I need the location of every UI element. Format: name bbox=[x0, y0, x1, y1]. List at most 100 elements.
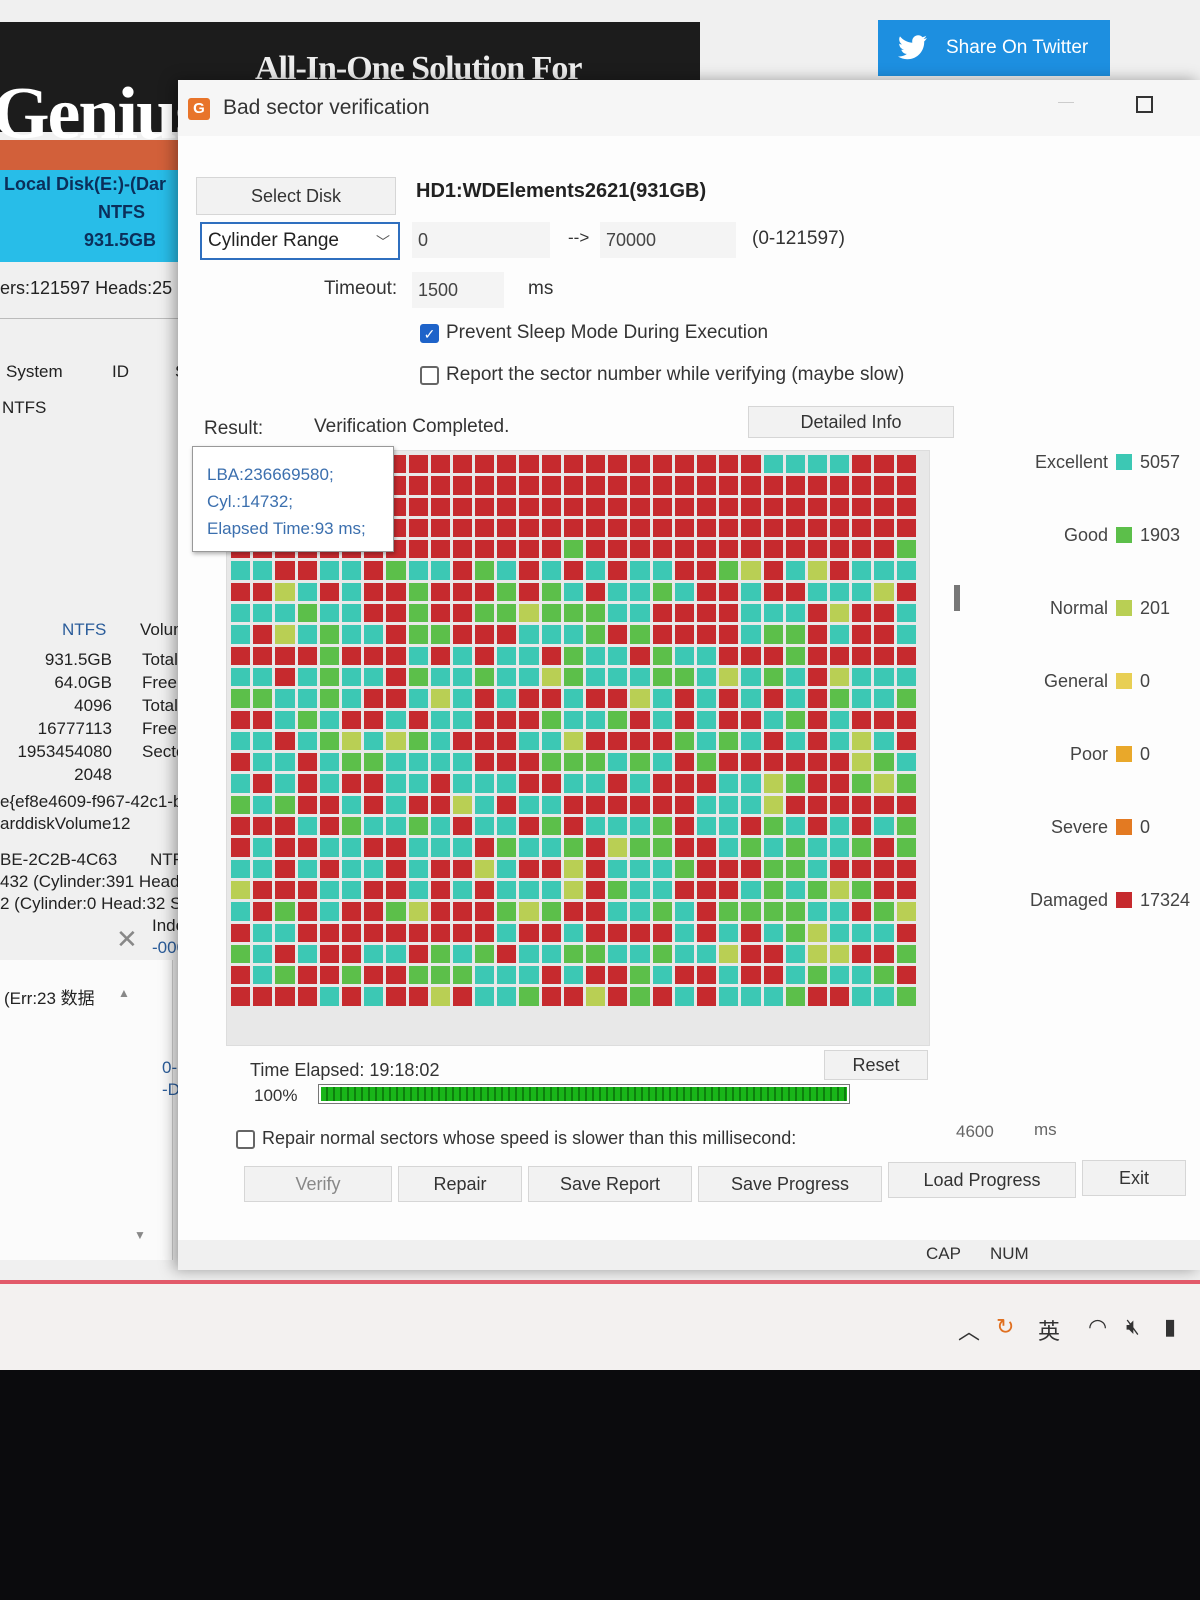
sector-cell[interactable] bbox=[874, 561, 894, 580]
sector-cell[interactable] bbox=[519, 987, 539, 1006]
sector-cell[interactable] bbox=[475, 646, 495, 665]
sector-cell[interactable] bbox=[608, 582, 628, 602]
sector-cell[interactable] bbox=[364, 859, 384, 878]
sector-cell[interactable] bbox=[475, 838, 495, 857]
sector-cell[interactable] bbox=[830, 923, 850, 942]
sector-cell[interactable] bbox=[497, 944, 517, 964]
sector-cell[interactable] bbox=[674, 476, 694, 495]
sector-cell[interactable] bbox=[896, 667, 916, 687]
sector-cell[interactable] bbox=[830, 817, 850, 836]
sector-cell[interactable] bbox=[830, 859, 850, 878]
sector-cell[interactable] bbox=[386, 795, 406, 815]
sector-cell[interactable] bbox=[696, 944, 717, 964]
sector-cell[interactable] bbox=[630, 561, 650, 580]
sector-cell[interactable] bbox=[519, 667, 539, 687]
sector-cell[interactable] bbox=[297, 731, 317, 751]
sector-cell[interactable] bbox=[452, 774, 473, 793]
sector-cell[interactable] bbox=[231, 966, 251, 985]
sector-cell[interactable] bbox=[497, 817, 517, 836]
splitter-handle[interactable] bbox=[954, 585, 960, 611]
sector-cell[interactable] bbox=[231, 859, 251, 878]
sector-cell[interactable] bbox=[874, 817, 894, 836]
sector-cell[interactable] bbox=[719, 604, 739, 623]
sector-cell[interactable] bbox=[674, 710, 694, 729]
sector-cell[interactable] bbox=[253, 774, 273, 793]
sector-cell[interactable] bbox=[364, 646, 384, 665]
sector-cell[interactable] bbox=[386, 753, 406, 772]
sector-cell[interactable] bbox=[852, 476, 872, 495]
sector-cell[interactable] bbox=[519, 774, 539, 793]
sector-cell[interactable] bbox=[696, 455, 717, 474]
sector-cell[interactable] bbox=[830, 667, 850, 687]
sector-cell[interactable] bbox=[364, 795, 384, 815]
sector-cell[interactable] bbox=[719, 476, 739, 495]
sector-cell[interactable] bbox=[830, 795, 850, 815]
sector-cell[interactable] bbox=[497, 923, 517, 942]
sector-cell[interactable] bbox=[386, 561, 406, 580]
sector-cell[interactable] bbox=[674, 689, 694, 708]
sector-cell[interactable] bbox=[807, 604, 828, 623]
sector-cell[interactable] bbox=[253, 944, 273, 964]
sector-cell[interactable] bbox=[586, 689, 606, 708]
sector-cell[interactable] bbox=[430, 838, 450, 857]
verify-button[interactable]: Verify bbox=[244, 1166, 392, 1202]
sector-cell[interactable] bbox=[231, 987, 251, 1006]
sector-cell[interactable] bbox=[408, 774, 428, 793]
exit-button[interactable]: Exit bbox=[1082, 1160, 1186, 1196]
sector-cell[interactable] bbox=[785, 774, 805, 793]
sector-cell[interactable] bbox=[297, 944, 317, 964]
sector-cell[interactable] bbox=[319, 987, 339, 1006]
sector-cell[interactable] bbox=[497, 667, 517, 687]
sector-cell[interactable] bbox=[497, 582, 517, 602]
sector-cell[interactable] bbox=[364, 753, 384, 772]
sector-cell[interactable] bbox=[830, 625, 850, 644]
sector-cell[interactable] bbox=[785, 518, 805, 538]
sector-cell[interactable] bbox=[696, 795, 717, 815]
sector-cell[interactable] bbox=[807, 518, 828, 538]
sector-cell[interactable] bbox=[519, 455, 539, 474]
sector-cell[interactable] bbox=[630, 582, 650, 602]
sector-cell[interactable] bbox=[519, 795, 539, 815]
sector-cell[interactable] bbox=[763, 966, 783, 985]
sector-cell[interactable] bbox=[541, 561, 561, 580]
sector-cell[interactable] bbox=[275, 774, 295, 793]
sector-cell[interactable] bbox=[319, 795, 339, 815]
report-sector-checkbox[interactable] bbox=[420, 366, 439, 385]
sector-cell[interactable] bbox=[741, 497, 761, 516]
sector-cell[interactable] bbox=[785, 966, 805, 985]
sector-cell[interactable] bbox=[430, 966, 450, 985]
sector-cell[interactable] bbox=[852, 455, 872, 474]
scroll-down-icon[interactable]: ▼ bbox=[134, 1228, 146, 1242]
sector-cell[interactable] bbox=[364, 689, 384, 708]
sector-cell[interactable] bbox=[452, 476, 473, 495]
sector-cell[interactable] bbox=[586, 753, 606, 772]
sector-cell[interactable] bbox=[319, 561, 339, 580]
sector-cell[interactable] bbox=[497, 561, 517, 580]
sector-cell[interactable] bbox=[408, 710, 428, 729]
sector-cell[interactable] bbox=[541, 689, 561, 708]
sector-cell[interactable] bbox=[852, 944, 872, 964]
sector-cell[interactable] bbox=[452, 497, 473, 516]
sector-cell[interactable] bbox=[519, 817, 539, 836]
sector-cell[interactable] bbox=[386, 817, 406, 836]
sector-cell[interactable] bbox=[652, 753, 672, 772]
sector-cell[interactable] bbox=[341, 582, 362, 602]
sector-cell[interactable] bbox=[852, 987, 872, 1006]
sector-cell[interactable] bbox=[696, 753, 717, 772]
sector-cell[interactable] bbox=[364, 710, 384, 729]
sector-cell[interactable] bbox=[630, 838, 650, 857]
sector-cell[interactable] bbox=[430, 923, 450, 942]
sector-cell[interactable] bbox=[719, 667, 739, 687]
sector-cell[interactable] bbox=[452, 604, 473, 623]
sector-cell[interactable] bbox=[652, 667, 672, 687]
sector-cell[interactable] bbox=[541, 838, 561, 857]
sector-cell[interactable] bbox=[763, 902, 783, 921]
sector-cell[interactable] bbox=[719, 966, 739, 985]
sector-cell[interactable] bbox=[408, 518, 428, 538]
sector-cell[interactable] bbox=[475, 582, 495, 602]
sector-cell[interactable] bbox=[807, 795, 828, 815]
sector-cell[interactable] bbox=[807, 582, 828, 602]
scroll-up-icon[interactable]: ▲ bbox=[118, 986, 130, 1000]
sector-cell[interactable] bbox=[807, 753, 828, 772]
sector-cell[interactable] bbox=[608, 923, 628, 942]
